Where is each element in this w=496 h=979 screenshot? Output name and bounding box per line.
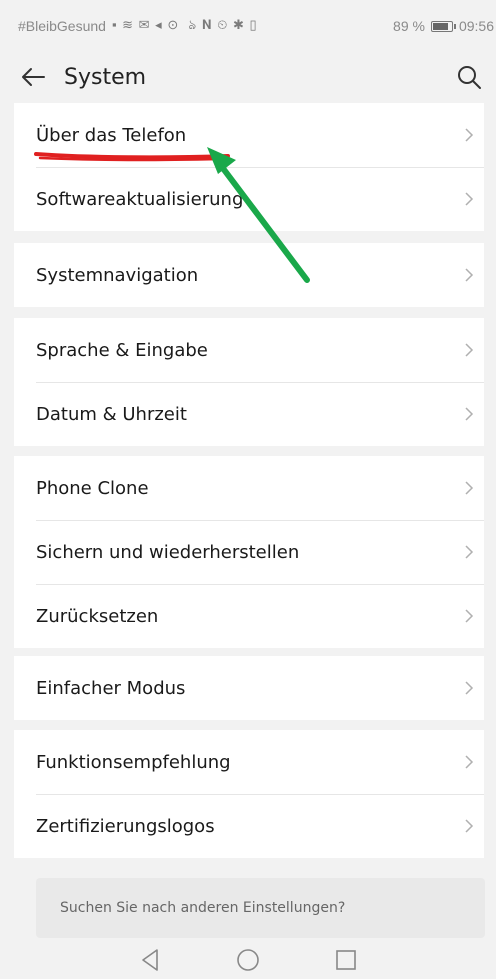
settings-item-label: Sichern und wiederherstellen — [36, 541, 300, 563]
search-suggestion-text: Suchen Sie nach anderen Einstellungen? — [60, 900, 346, 916]
settings-item-label: Phone Clone — [36, 477, 149, 499]
settings-item-zertifizierungslogos[interactable]: Zertifizierungslogos — [14, 794, 484, 858]
settings-item-sprache-eingabe[interactable]: Sprache & Eingabe — [14, 318, 484, 382]
chevron-right-icon — [465, 128, 474, 142]
app-bar: System — [0, 52, 496, 102]
status-time: 09:56 — [458, 18, 494, 34]
settings-item-einfacher-modus[interactable]: Einfacher Modus — [14, 656, 484, 720]
back-area: System — [20, 64, 146, 90]
chevron-right-icon — [465, 755, 474, 769]
chevron-right-icon — [465, 819, 474, 833]
settings-item-ueber-das-telefon[interactable]: Über das Telefon — [14, 103, 484, 167]
settings-item-label: Softwareaktualisierung — [36, 188, 244, 210]
group-about: Über das Telefon Softwareaktualisierung — [14, 103, 484, 231]
group-simple-mode: Einfacher Modus — [14, 656, 484, 720]
search-icon[interactable] — [456, 64, 482, 90]
chevron-right-icon — [465, 407, 474, 421]
group-backup: Phone Clone Sichern und wiederherstellen… — [14, 456, 484, 648]
group-language: Sprache & Eingabe Datum & Uhrzeit — [14, 318, 484, 446]
settings-item-sichern-wiederherstellen[interactable]: Sichern und wiederherstellen — [14, 520, 484, 584]
page-title: System — [64, 64, 147, 90]
group-navigation: Systemnavigation — [14, 243, 484, 307]
chevron-right-icon — [465, 545, 474, 559]
nav-recents-icon[interactable] — [333, 947, 359, 973]
status-right: 89 % 09:56 — [393, 18, 496, 34]
back-arrow-icon[interactable] — [20, 64, 46, 90]
status-icons: ▪ ≋ ✉ ◂ ⊙ ঌ 𝐍 ⏲ ✱ ▯ — [111, 16, 258, 32]
chevron-right-icon — [465, 681, 474, 695]
settings-item-label: Systemnavigation — [36, 264, 199, 286]
settings-item-softwareaktualisierung[interactable]: Softwareaktualisierung — [14, 167, 484, 231]
chevron-right-icon — [465, 268, 474, 282]
settings-item-label: Datum & Uhrzeit — [36, 403, 187, 425]
settings-item-label: Einfacher Modus — [36, 677, 186, 699]
nav-home-icon[interactable] — [235, 947, 261, 973]
nav-back-icon[interactable] — [137, 947, 163, 973]
navigation-bar — [0, 940, 496, 979]
settings-item-label: Zertifizierungslogos — [36, 815, 215, 837]
chevron-right-icon — [465, 343, 474, 357]
settings-item-datum-uhrzeit[interactable]: Datum & Uhrzeit — [14, 382, 484, 446]
settings-item-label: Über das Telefon — [36, 124, 187, 146]
chevron-right-icon — [465, 609, 474, 623]
chevron-right-icon — [465, 481, 474, 495]
battery-icon — [430, 20, 456, 32]
settings-item-zuruecksetzen[interactable]: Zurücksetzen — [14, 584, 484, 648]
settings-item-phone-clone[interactable]: Phone Clone — [14, 456, 484, 520]
settings-item-systemnavigation[interactable]: Systemnavigation — [14, 243, 484, 307]
settings-item-funktionsempfehlung[interactable]: Funktionsempfehlung — [14, 730, 484, 794]
group-recommendations: Funktionsempfehlung Zertifizierungslogos — [14, 730, 484, 858]
settings-item-label: Sprache & Eingabe — [36, 339, 208, 361]
status-left: #BleibGesund ▪ ≋ ✉ ◂ ⊙ ঌ 𝐍 ⏲ ✱ ▯ — [18, 16, 258, 37]
battery-percent: 89 % — [393, 18, 425, 34]
settings-item-label: Funktionsempfehlung — [36, 751, 231, 773]
status-hashtag: #BleibGesund — [18, 18, 106, 34]
status-bar: #BleibGesund ▪ ≋ ✉ ◂ ⊙ ঌ 𝐍 ⏲ ✱ ▯ 89 % 09… — [0, 0, 496, 52]
settings-item-label: Zurücksetzen — [36, 605, 159, 627]
search-suggestion-box[interactable]: Suchen Sie nach anderen Einstellungen? — [36, 878, 485, 938]
chevron-right-icon — [465, 192, 474, 206]
